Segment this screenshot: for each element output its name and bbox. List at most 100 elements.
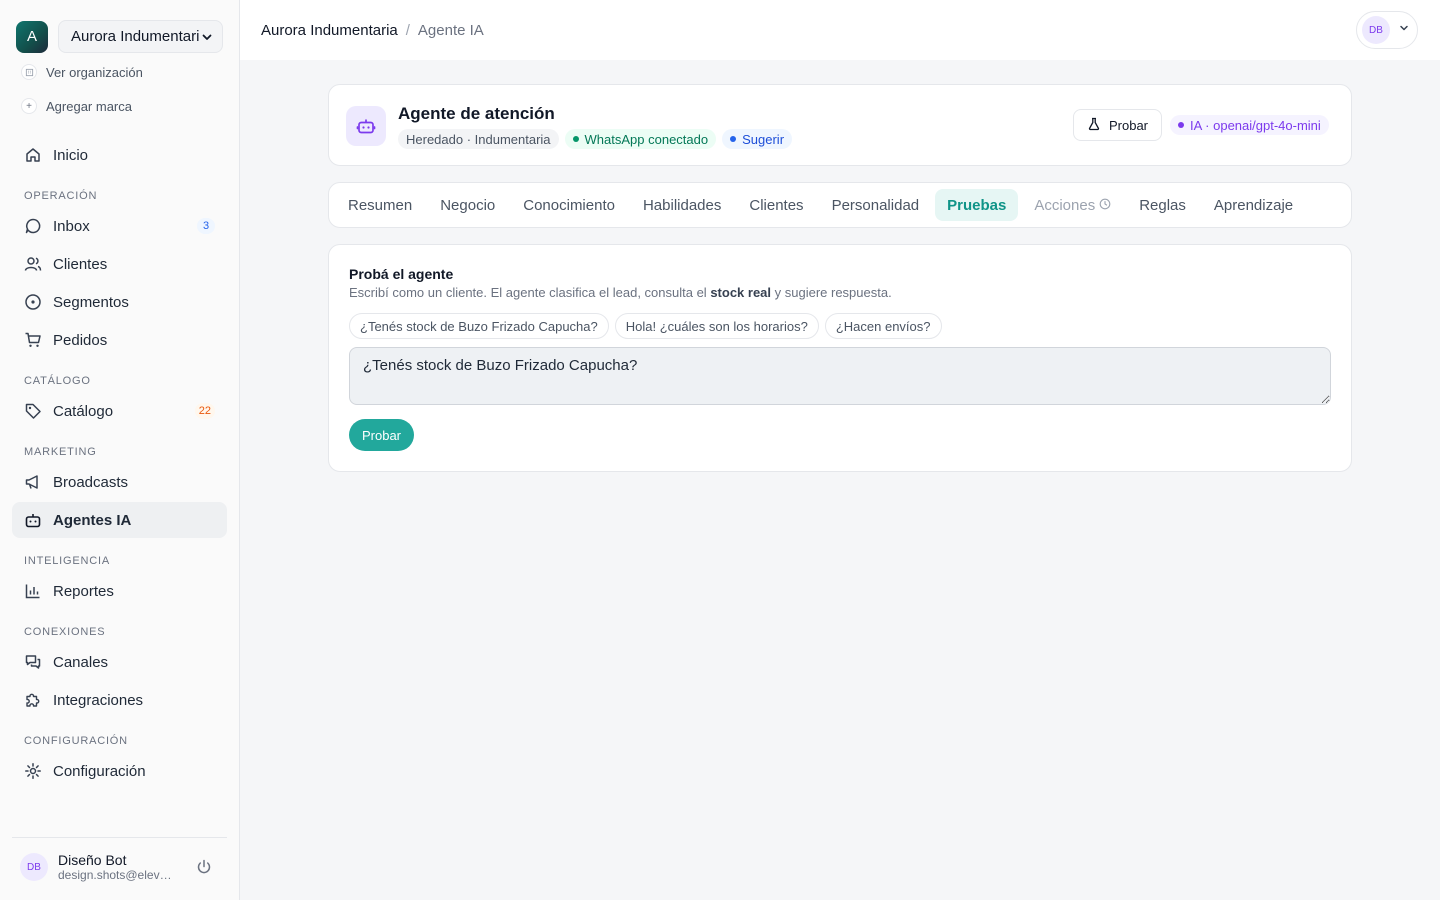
test-agent-panel: Probá el agente Escribí como un cliente.… [328,244,1352,472]
test-message-input[interactable]: ¿Tenés stock de Buzo Frizado Capucha? [349,347,1331,405]
user-info: Diseño Bot design.shots@eleven.ar [58,852,178,882]
sidebar-item-label: Integraciones [53,691,144,709]
agent-header-card: Agente de atención Heredado · Indumentar… [328,84,1352,166]
section-label-configuracion: CONFIGURACIÓN [24,735,128,747]
flask-icon [1087,117,1101,134]
sidebar-item-catalogo[interactable]: Catálogo 22 [12,393,227,429]
sidebar-item-integraciones[interactable]: Integraciones [12,682,227,718]
section-label-catalogo: CATÁLOGO [24,375,91,387]
sidebar-item-agentes-ia[interactable]: Agentes IA [12,502,227,538]
sidebar-item-label: Reportes [53,582,114,600]
user-name: Diseño Bot [58,852,127,868]
view-organization-label: Ver organización [46,64,143,80]
breadcrumb-current: Agente IA [417,21,484,39]
tab-negocio[interactable]: Negocio [428,189,507,221]
bot-icon [346,106,386,146]
bar-chart-icon [24,582,42,600]
suggestion-chip[interactable]: ¿Hacen envíos? [824,313,942,339]
mode-label: Sugerir [742,131,785,147]
org-select-value: Aurora Indumentaria [71,28,200,45]
breadcrumb-org[interactable]: Aurora Indumentaria [261,22,398,39]
org-switcher-row: A Aurora Indumentaria [16,20,223,53]
tab-resumen[interactable]: Resumen [336,189,424,221]
user-menu-button[interactable]: DB [1356,11,1418,49]
tab-personalidad[interactable]: Personalidad [820,189,932,221]
description-text-end: y sugiere respuesta. [771,285,892,300]
sidebar-item-label: Agentes IA [53,511,132,529]
chevron-down-icon [1398,21,1410,39]
sidebar-item-canales[interactable]: Canales [12,644,227,680]
section-label-inteligencia: INTELIGENCIA [24,555,111,567]
sidebar-item-inbox[interactable]: Inbox 3 [12,208,227,244]
status-dot [1178,122,1184,128]
org-select[interactable]: Aurora Indumentaria [58,20,223,53]
submit-test-button[interactable]: Probar [349,419,414,451]
model-label: IA · openai/gpt-4o-mini [1190,117,1321,133]
breadcrumb: Aurora Indumentaria / Agente IA [261,22,484,39]
messages-icon [24,653,42,671]
org-logo: A [16,20,48,53]
sidebar-item-inicio[interactable]: Inicio [12,137,227,173]
tab-clientes[interactable]: Clientes [737,189,815,221]
sidebar-item-label: Catálogo [53,402,114,420]
home-icon [24,146,42,164]
catalogo-count-badge: 22 [194,403,215,419]
suggestion-chip-label: ¿Tenés stock de Buzo Frizado Capucha? [360,318,598,334]
sidebar-item-pedidos[interactable]: Pedidos [12,322,227,358]
inherited-badge: Heredado · Indumentaria [398,129,559,149]
sidebar-item-configuracion[interactable]: Configuración [12,753,227,789]
chevron-down-icon [200,30,214,44]
bot-icon [24,511,42,529]
sidebar-item-label: Broadcasts [53,473,129,491]
add-brand-link[interactable]: + Agregar marca [21,98,132,114]
suggestion-chip[interactable]: Hola! ¿cuáles son los horarios? [614,313,819,339]
tab-conocimiento[interactable]: Conocimiento [511,189,627,221]
test-agent-label: Probar [1108,117,1149,133]
sidebar-item-reportes[interactable]: Reportes [12,573,227,609]
plus-icon: + [21,98,37,114]
sidebar-item-segmentos[interactable]: Segmentos [12,284,227,320]
panel-title: Probá el agente [349,266,454,282]
agent-tabs: Resumen Negocio Conocimiento Habilidades… [328,182,1352,228]
mode-badge: Sugerir [722,129,793,149]
sidebar-item-label: Segmentos [53,293,129,311]
avatar: DB [1362,16,1390,44]
users-icon [24,255,42,273]
view-organization-link[interactable]: Ver organización [21,64,143,80]
tab-habilidades[interactable]: Habilidades [631,189,733,221]
sidebar-item-broadcasts[interactable]: Broadcasts [12,464,227,500]
model-badge: IA · openai/gpt-4o-mini [1170,115,1329,135]
tab-pruebas[interactable]: Pruebas [935,189,1019,221]
sidebar-item-label: Canales [53,653,109,671]
logout-power-icon[interactable] [195,858,213,876]
whatsapp-status-label: WhatsApp conectado [584,131,709,147]
sidebar-item-label: Pedidos [53,331,108,349]
status-dot [730,136,737,142]
megaphone-icon [24,473,42,491]
puzzle-icon [24,691,42,709]
suggestion-chip[interactable]: ¿Tenés stock de Buzo Frizado Capucha? [349,313,609,339]
section-label-marketing: MARKETING [24,446,97,458]
tab-reglas[interactable]: Reglas [1127,189,1198,221]
tab-acciones[interactable]: Acciones [1022,189,1123,221]
gear-icon [24,762,42,780]
building-icon [21,64,37,80]
breadcrumb-separator: / [405,21,410,39]
section-label-operacion: OPERACIÓN [24,190,98,202]
top-bar: Aurora Indumentaria / Agente IA DB [240,0,1440,60]
tab-aprendizaje[interactable]: Aprendizaje [1202,189,1305,221]
panel-description: Escribí como un cliente. El agente clasi… [349,285,892,300]
sidebar-item-clientes[interactable]: Clientes [12,246,227,282]
clock-icon [1099,197,1111,214]
user-email: design.shots@eleven.ar [58,868,178,882]
test-agent-button[interactable]: Probar [1073,109,1162,141]
whatsapp-status-badge: WhatsApp conectado [564,129,717,149]
tag-icon [24,402,42,420]
avatar: DB [20,853,48,881]
sidebar-item-label: Inbox [53,217,90,235]
sidebar-item-label: Inicio [53,146,89,164]
chat-bubble-icon [24,217,42,235]
tab-acciones-label: Acciones [1034,196,1096,214]
sidebar-item-label: Clientes [53,255,108,273]
inbox-count-badge: 3 [197,218,215,234]
